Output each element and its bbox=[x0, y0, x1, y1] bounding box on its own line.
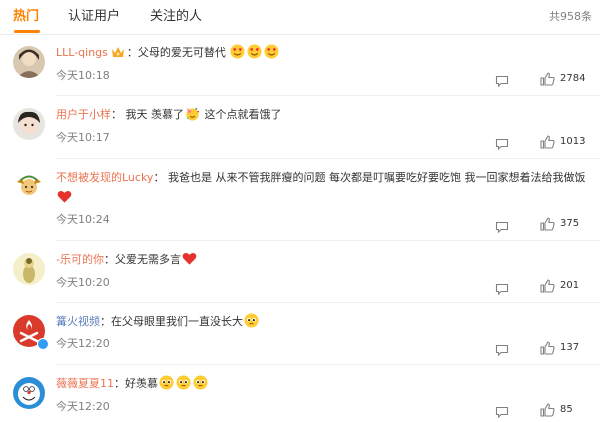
reply-icon[interactable] bbox=[495, 341, 509, 357]
avatar[interactable] bbox=[13, 253, 45, 285]
total-comment-count: 共958条 bbox=[549, 10, 592, 23]
comment-body: -乐可的你：父爱无需多言 bbox=[56, 250, 590, 270]
comment-body: 用户于小样： 我天 羡慕了 这个点就看饿了 bbox=[56, 106, 282, 121]
active-tab-indicator bbox=[14, 30, 40, 33]
red-heart-emoji bbox=[182, 251, 197, 266]
heart-eyes-emoji bbox=[230, 44, 245, 59]
like-count: 201 bbox=[560, 280, 580, 291]
thumbs-up-icon[interactable] bbox=[540, 71, 555, 86]
comment-body: LLL-qings ：父母的爱无可替代 bbox=[56, 43, 590, 63]
avatar[interactable] bbox=[13, 377, 45, 409]
comment-username[interactable]: LLL-qings bbox=[56, 46, 108, 59]
pleading-face-emoji bbox=[159, 375, 174, 390]
comment-body: 篝火视频：在父母眼里我们一直没长大 bbox=[56, 312, 590, 332]
comment-username[interactable]: 不想被发现的Lucky bbox=[56, 171, 153, 184]
reply-icon[interactable] bbox=[495, 72, 509, 88]
thumbs-up-icon[interactable] bbox=[540, 402, 555, 417]
comment-text: 我天 羡慕了 bbox=[125, 108, 185, 121]
comment-body: 薇薇夏夏11：好羡慕 bbox=[56, 374, 590, 394]
party-emoji bbox=[185, 106, 200, 121]
comments-page: 热门 认证用户 关注的人 共958条 LLL-qings ：父母的爱无可替代 今天… bbox=[0, 0, 600, 422]
reply-icon[interactable] bbox=[495, 280, 509, 296]
comment-text: 好羡慕 bbox=[125, 377, 158, 390]
comment-divider bbox=[56, 95, 600, 96]
comment-divider bbox=[56, 240, 600, 241]
avatar[interactable] bbox=[13, 46, 45, 78]
comment-text: 父爱无需多言 bbox=[114, 253, 181, 266]
thumbs-up-icon[interactable] bbox=[540, 134, 555, 149]
comment-tabs: 热门 认证用户 关注的人 共958条 bbox=[0, 0, 600, 35]
comment-username[interactable]: 篝火视频 bbox=[56, 315, 100, 328]
comment-time: 今天12:20 bbox=[56, 400, 110, 413]
reply-icon[interactable] bbox=[495, 135, 509, 151]
comment-text: 我爸也是 从来不管我胖瘦的问题 每次都是叮嘱要吃好要吃饱 我一回家想着法给我做饭 bbox=[167, 171, 586, 184]
pleading-face-emoji bbox=[244, 313, 259, 328]
comment-time: 今天10:20 bbox=[56, 276, 110, 289]
reply-icon[interactable] bbox=[495, 218, 509, 234]
comment-divider bbox=[56, 158, 600, 159]
avatar[interactable] bbox=[13, 170, 45, 202]
heart-eyes-emoji bbox=[264, 44, 279, 59]
thumbs-up-icon[interactable] bbox=[540, 340, 555, 355]
comment-time: 今天10:18 bbox=[56, 69, 110, 82]
like-count: 1013 bbox=[560, 136, 586, 147]
comment-username[interactable]: 薇薇夏夏11 bbox=[56, 377, 114, 390]
comment-text: 这个点就看饿了 bbox=[204, 108, 282, 121]
comment-time: 今天10:17 bbox=[56, 131, 110, 144]
pleading-face-emoji bbox=[193, 375, 208, 390]
comment-body: 不想被发现的Lucky： 我爸也是 从来不管我胖瘦的问题 每次都是叮嘱要吃好要吃… bbox=[56, 168, 586, 208]
thumbs-up-icon[interactable] bbox=[540, 216, 555, 231]
tab-hot[interactable]: 热门 bbox=[13, 8, 39, 26]
crown-icon bbox=[111, 45, 125, 57]
comment-username[interactable]: -乐可的你 bbox=[56, 253, 104, 266]
avatar[interactable] bbox=[13, 108, 45, 140]
like-count: 85 bbox=[560, 404, 573, 415]
tab-following[interactable]: 关注的人 bbox=[150, 8, 202, 26]
comment-divider bbox=[56, 302, 600, 303]
tab-verified-users[interactable]: 认证用户 bbox=[68, 8, 120, 26]
comment-divider bbox=[56, 364, 600, 365]
comment-text: 父母的爱无可替代 bbox=[137, 46, 226, 59]
comment-text: 在父母眼里我们一直没长大 bbox=[111, 315, 243, 328]
like-count: 375 bbox=[560, 218, 580, 229]
red-heart-emoji bbox=[57, 189, 72, 204]
heart-eyes-emoji bbox=[247, 44, 262, 59]
thumbs-up-icon[interactable] bbox=[540, 278, 555, 293]
verified-badge-icon bbox=[37, 338, 49, 350]
comment-time: 今天10:24 bbox=[56, 213, 110, 226]
like-count: 137 bbox=[560, 342, 580, 353]
comment-time: 今天12:20 bbox=[56, 337, 110, 350]
comment-username[interactable]: 用户于小样 bbox=[56, 108, 111, 121]
like-count: 2784 bbox=[560, 73, 586, 84]
pleading-face-emoji bbox=[176, 375, 191, 390]
reply-icon[interactable] bbox=[495, 403, 509, 419]
